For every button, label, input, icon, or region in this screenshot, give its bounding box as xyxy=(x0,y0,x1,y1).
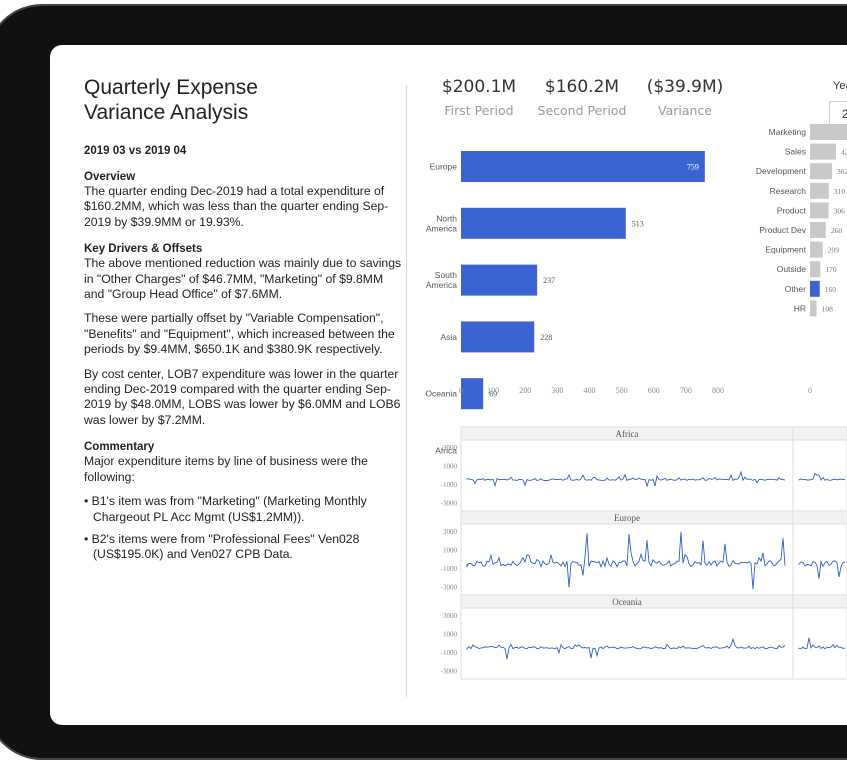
department-bar-value-label: 362 xyxy=(837,167,847,176)
department-bar[interactable] xyxy=(810,202,829,219)
trend-y-tick-label: -1000 xyxy=(441,649,458,657)
department-category-label: Sales xyxy=(785,147,806,157)
region-bar-value-label: 513 xyxy=(632,219,644,228)
department-bar[interactable] xyxy=(810,124,847,140)
region-category-label: South xyxy=(435,270,457,280)
region-x-tick-label: 200 xyxy=(519,386,531,395)
region-trend-small-multiples: Africa 3000 1000 -1000 -3000 Europe 3000 1000 -1… xyxy=(441,426,847,680)
department-bar-value-label: 310 xyxy=(834,187,846,196)
region-bar[interactable] xyxy=(461,264,538,296)
trend-y-tick-label: -1000 xyxy=(441,565,458,573)
department-bar-chart: Marketing Sales 427 Development 362 Research 3… xyxy=(756,124,847,395)
region-x-tick-label: 300 xyxy=(551,386,563,395)
region-x-tick-label: 800 xyxy=(712,386,724,395)
trend-y-tick-label: 3000 xyxy=(443,612,458,620)
region-category-label: Asia xyxy=(440,332,457,342)
region-category-label: North xyxy=(436,213,457,223)
trend-panel-header xyxy=(460,594,847,609)
region-category-label: Europe xyxy=(430,162,458,172)
trend-y-tick-label: 1000 xyxy=(443,547,458,555)
department-x-tick-label: 0 xyxy=(808,386,812,395)
department-bar-value-label: 170 xyxy=(825,265,837,274)
region-x-tick-label: 100 xyxy=(487,386,499,395)
department-bar[interactable] xyxy=(810,143,836,160)
department-bar[interactable] xyxy=(810,182,829,199)
region-bar-chart: 759Europe513NorthAmerica237SouthAmerica2… xyxy=(425,151,724,466)
region-category-label: America xyxy=(426,223,457,233)
region-bar[interactable] xyxy=(461,151,705,182)
department-category-label: Outside xyxy=(777,264,807,274)
region-bar[interactable] xyxy=(461,207,626,239)
department-bar-value-label: 160 xyxy=(825,285,837,294)
trend-panel-title: Africa xyxy=(616,429,639,439)
region-category-label: America xyxy=(426,280,457,290)
region-bar[interactable] xyxy=(461,378,484,410)
department-category-label: Product xyxy=(777,205,807,215)
department-bar[interactable] xyxy=(810,300,817,317)
trend-panel-header xyxy=(460,426,847,441)
department-bar[interactable] xyxy=(810,280,820,297)
department-category-label: Product Dev xyxy=(759,225,807,235)
report-screen: Quarterly Expense Variance Analysis 2019… xyxy=(50,45,847,725)
department-category-label: Development xyxy=(756,166,807,176)
trend-y-tick-label: 3000 xyxy=(443,444,458,452)
region-bar[interactable] xyxy=(461,321,535,353)
charts-layer: 759Europe513NorthAmerica237SouthAmerica2… xyxy=(425,124,847,680)
trend-y-tick-label: -3000 xyxy=(441,500,458,508)
trend-panel-title: Oceania xyxy=(612,597,641,607)
trend-y-tick-label: -3000 xyxy=(441,668,458,676)
department-bar[interactable] xyxy=(810,222,826,238)
region-x-tick-label: 700 xyxy=(680,386,692,395)
region-category-label: Oceania xyxy=(425,389,457,399)
trend-y-tick-label: -3000 xyxy=(441,584,458,592)
department-category-label: Marketing xyxy=(769,127,807,137)
department-bar[interactable] xyxy=(810,261,821,278)
region-x-tick-label: 0 xyxy=(459,386,463,395)
department-bar[interactable] xyxy=(810,241,823,258)
department-bar[interactable] xyxy=(810,163,833,180)
region-x-tick-label: 600 xyxy=(648,386,660,395)
department-bar-value-label: 108 xyxy=(822,304,834,313)
department-category-label: HR xyxy=(794,303,806,313)
region-bar-value-label: 228 xyxy=(540,333,552,342)
trend-y-tick-label: 3000 xyxy=(443,528,458,536)
trend-panel-header xyxy=(460,510,847,525)
department-bar-value-label: 427 xyxy=(841,148,847,157)
region-bar-value-label: 237 xyxy=(543,276,555,285)
trend-y-tick-label: -1000 xyxy=(441,481,458,489)
region-x-tick-label: 400 xyxy=(584,386,596,395)
department-bar-value-label: 209 xyxy=(828,246,840,255)
trend-y-tick-label: 1000 xyxy=(443,631,458,639)
trend-y-tick-label: 1000 xyxy=(443,463,458,471)
department-category-label: Other xyxy=(785,284,806,294)
department-category-label: Research xyxy=(770,186,807,196)
department-bar-value-label: 306 xyxy=(834,206,846,215)
region-x-tick-label: 500 xyxy=(616,386,628,395)
trend-panel-title: Europe xyxy=(614,513,640,523)
department-bar-value-label: 260 xyxy=(831,226,843,235)
region-bar-value-label: 759 xyxy=(687,163,699,172)
department-category-label: Equipment xyxy=(765,245,806,255)
